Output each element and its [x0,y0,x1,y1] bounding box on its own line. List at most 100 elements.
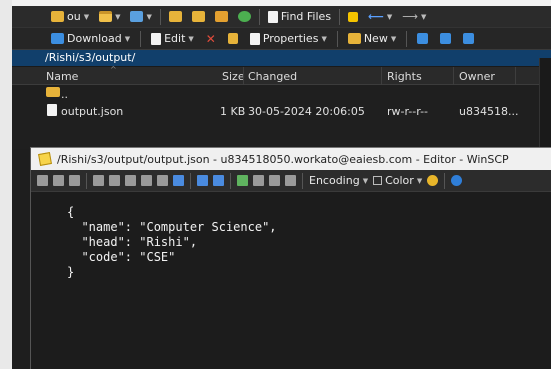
download-button[interactable]: Download ▼ [48,30,133,48]
upload-icon[interactable] [69,175,80,186]
file-row-parent[interactable]: .. [12,85,551,102]
column-changed[interactable]: Changed [248,70,297,83]
root-folder-icon [191,11,205,22]
file-list-scrollbar[interactable] [539,58,551,149]
home-directory-button[interactable] [212,8,231,26]
select-all-button[interactable] [414,30,431,48]
winscp-main-window: ou ▼ ▼ ▼ Find Files ⟵ ▼ ⟶ ▼ Download ▼ E… [12,6,551,149]
encoding-label: Encoding [309,174,360,187]
editor-content[interactable]: { "name": "Computer Science", "head": "R… [67,205,277,280]
toolbar-separator [230,172,231,189]
unselect-button[interactable] [437,30,454,48]
toolbar-separator [336,30,338,47]
chevron-down-icon: ▼ [416,176,423,185]
refresh-button[interactable] [235,8,254,26]
file-list-header: Name ^ Size Changed Rights Owner [12,65,551,85]
find-files-button[interactable]: Find Files [265,8,334,26]
find-files-icon [267,10,278,23]
chevron-down-icon: ▼ [362,176,369,185]
arrow-right-icon: ⟶ [402,10,418,23]
find-icon[interactable] [173,175,184,186]
color-label: Color [385,174,414,187]
checkbox-icon [373,176,383,185]
chevron-down-icon: ▼ [115,12,121,21]
paste-icon[interactable] [125,175,136,186]
new-folder-icon [347,33,361,44]
chevron-down-icon: ▼ [386,12,393,21]
column-rights[interactable]: Rights [387,70,422,83]
delete-icon: ✕ [205,31,216,46]
rename-icon [227,33,238,44]
bookmarks-button[interactable]: ▼ [127,8,154,26]
chevron-down-icon: ▼ [421,12,427,21]
file-rights: rw-r--r-- [387,105,429,118]
file-name: output.json [61,105,124,118]
filter-button[interactable] [460,30,477,48]
bookmark-icon [130,11,144,22]
save-icon[interactable] [37,175,48,186]
reload-icon[interactable] [53,175,64,186]
chevron-down-icon: ▼ [146,12,152,21]
toolbar-separator [258,8,260,25]
open-directory-button[interactable]: ▼ [96,8,123,26]
column-divider[interactable] [453,67,454,85]
column-divider[interactable] [515,67,516,85]
json-file-icon [47,104,57,116]
copy-icon[interactable] [93,175,104,186]
sort-indicator-icon: ^ [110,65,117,74]
toolbar-navigation: ou ▼ ▼ ▼ Find Files ⟵ ▼ ⟶ ▼ [12,6,551,28]
column-divider[interactable] [381,67,382,85]
drive-selector[interactable]: ou ▼ [48,8,92,26]
drive-label: ou [67,10,81,23]
editor-app-icon [38,152,52,166]
parent-directory-button[interactable] [166,8,185,26]
plus-icon [417,33,429,44]
forward-button[interactable]: ⟶ ▼ [399,8,429,26]
tree-toggle-button[interactable] [345,8,361,26]
color-dropdown[interactable]: Color ▼ [373,174,422,187]
editor-titlebar[interactable]: /Rishi/s3/output/output.json - u83451805… [31,148,551,170]
encoding-dropdown[interactable]: Encoding ▼ [309,174,368,187]
file-size: 1 KB [220,105,246,118]
replace-icon[interactable] [269,175,280,186]
current-path[interactable]: /Rishi/s3/output/ [12,50,551,67]
delete-icon[interactable] [141,175,152,186]
edit-button[interactable]: Edit ▼ [148,30,197,48]
editor-toolbar: Encoding ▼ Color ▼ [31,170,551,192]
gear-icon[interactable] [427,175,439,186]
toolbar-separator [406,30,408,47]
column-size[interactable]: Size [222,70,245,83]
refresh-icon [237,11,251,22]
desktop-left-edge [0,0,12,369]
open-folder-icon [99,11,113,22]
column-owner[interactable]: Owner [459,70,495,83]
download-label: Download [67,32,122,45]
chevron-down-icon: ▼ [390,34,397,43]
properties-button[interactable]: Properties ▼ [247,30,330,48]
chevron-down-icon: ▼ [321,34,327,43]
undo-icon[interactable] [197,175,208,186]
help-icon[interactable] [451,175,463,186]
find-next-icon[interactable] [253,175,264,186]
delete-button[interactable]: ✕ [203,30,219,48]
new-button[interactable]: New ▼ [345,30,399,48]
back-button[interactable]: ⟵ ▼ [365,8,395,26]
editor-title: /Rishi/s3/output/output.json - u83451805… [57,152,509,166]
column-name[interactable]: Name [46,70,78,83]
goto-line-icon[interactable] [285,175,296,186]
file-row-output-json[interactable]: output.json 1 KB 30-05-2024 20:06:05 rw-… [12,102,551,119]
toolbar-separator [190,172,191,189]
filter-icon [463,33,475,44]
file-owner: u834518... [459,105,519,118]
find-replace-icon[interactable] [237,175,248,186]
new-label: New [363,32,388,45]
toolbar-separator [302,172,303,189]
properties-icon [249,32,260,45]
root-directory-button[interactable] [189,8,208,26]
download-icon [51,33,64,44]
cut-icon[interactable] [109,175,120,186]
select-all-icon[interactable] [157,175,168,186]
column-divider[interactable] [243,67,244,85]
rename-button[interactable] [225,30,241,48]
redo-icon[interactable] [213,175,224,186]
